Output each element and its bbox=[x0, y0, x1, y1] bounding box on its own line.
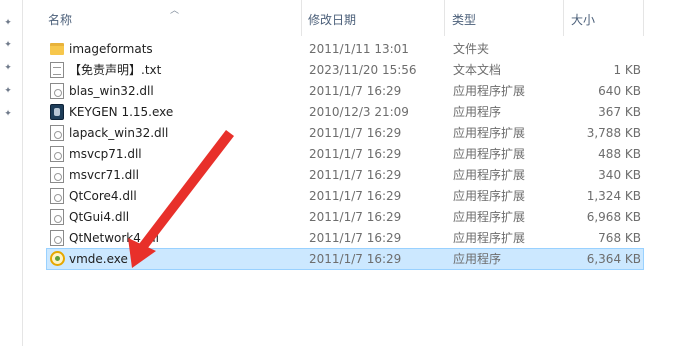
file-modified-date: 2011/1/7 16:29 bbox=[309, 84, 402, 98]
keygen-app-icon bbox=[50, 104, 64, 120]
file-name: lapack_win32.dll bbox=[69, 126, 169, 140]
file-modified-date: 2011/1/7 16:29 bbox=[309, 231, 402, 245]
file-row[interactable]: QtGui4.dll 2011/1/7 16:29 应用程序扩展 6,968 KB bbox=[46, 206, 644, 228]
file-row[interactable]: blas_win32.dll 2011/1/7 16:29 应用程序扩展 640 KB bbox=[46, 80, 644, 102]
file-size: 1,324 KB bbox=[586, 189, 641, 203]
file-size: 6,364 KB bbox=[586, 252, 641, 266]
file-row[interactable]: KEYGEN 1.15.exe 2010/12/3 21:09 应用程序 367 KB bbox=[46, 101, 644, 123]
file-list-view: ︿ 名称 修改日期 类型 大小 imageformats 2011/1/11 13… bbox=[40, 0, 685, 346]
file-name: imageformats bbox=[69, 42, 153, 56]
file-type: 应用程序扩展 bbox=[453, 126, 526, 140]
sort-ascending-icon: ︿ bbox=[170, 6, 180, 16]
file-type: 应用程序扩展 bbox=[453, 84, 526, 98]
file-name: vmde.exe bbox=[69, 252, 128, 266]
column-header-row: ︿ 名称 修改日期 类型 大小 bbox=[40, 0, 644, 39]
dll-file-icon bbox=[50, 188, 64, 204]
file-size: 1 KB bbox=[613, 63, 641, 77]
file-size: 640 KB bbox=[598, 84, 641, 98]
file-size: 768 KB bbox=[598, 231, 641, 245]
file-type: 应用程序 bbox=[453, 252, 502, 266]
file-size: 6,968 KB bbox=[586, 210, 641, 224]
dll-file-icon bbox=[50, 146, 64, 162]
column-header-name[interactable]: 名称 bbox=[48, 12, 72, 28]
column-divider[interactable] bbox=[444, 0, 445, 36]
file-type: 应用程序扩展 bbox=[453, 210, 526, 224]
file-name: QtCore4.dll bbox=[69, 189, 137, 203]
file-row[interactable]: 【免责声明】.txt 2023/11/20 15:56 文本文档 1 KB bbox=[46, 59, 644, 81]
file-name: blas_win32.dll bbox=[69, 84, 154, 98]
file-modified-date: 2011/1/7 16:29 bbox=[309, 252, 402, 266]
file-size: 3,788 KB bbox=[586, 126, 641, 140]
column-divider[interactable] bbox=[563, 0, 564, 36]
file-name: msvcp71.dll bbox=[69, 147, 142, 161]
file-size: 367 KB bbox=[598, 105, 641, 119]
file-type: 应用程序扩展 bbox=[453, 189, 526, 203]
file-modified-date: 2011/1/7 16:29 bbox=[309, 189, 402, 203]
file-modified-date: 2011/1/7 16:29 bbox=[309, 210, 402, 224]
column-header-size[interactable]: 大小 bbox=[571, 12, 595, 28]
pin-icon: ✦ bbox=[4, 40, 12, 50]
vmde-app-icon bbox=[50, 251, 65, 266]
file-modified-date: 2010/12/3 21:09 bbox=[309, 105, 409, 119]
file-row[interactable]: imageformats 2011/1/11 13:01 文件夹 bbox=[46, 38, 644, 60]
folder-icon bbox=[50, 43, 64, 55]
file-row[interactable]: msvcr71.dll 2011/1/7 16:29 应用程序扩展 340 KB bbox=[46, 164, 644, 186]
pin-icon: ✦ bbox=[4, 63, 12, 73]
file-name: QtGui4.dll bbox=[69, 210, 130, 224]
file-type: 文本文档 bbox=[453, 63, 502, 77]
file-modified-date: 2011/1/7 16:29 bbox=[309, 168, 402, 182]
dll-file-icon bbox=[50, 167, 64, 183]
file-modified-date: 2023/11/20 15:56 bbox=[309, 63, 417, 77]
column-header-modified[interactable]: 修改日期 bbox=[308, 12, 356, 28]
dll-file-icon bbox=[50, 230, 64, 246]
file-type: 应用程序扩展 bbox=[453, 168, 526, 182]
file-modified-date: 2011/1/7 16:29 bbox=[309, 126, 402, 140]
file-name: 【免责声明】.txt bbox=[69, 63, 162, 77]
file-name: QtNetwork4.dll bbox=[69, 231, 159, 245]
dll-file-icon bbox=[50, 209, 64, 225]
file-row[interactable]: QtCore4.dll 2011/1/7 16:29 应用程序扩展 1,324 KB bbox=[46, 185, 644, 207]
pin-icon: ✦ bbox=[4, 18, 12, 28]
file-type: 文件夹 bbox=[453, 42, 490, 56]
column-divider[interactable] bbox=[301, 0, 302, 36]
navigation-pane-edge[interactable]: ✦ ✦ ✦ ✦ ✦ bbox=[0, 0, 23, 346]
file-size: 488 KB bbox=[598, 147, 641, 161]
file-type: 应用程序 bbox=[453, 105, 502, 119]
file-size: 340 KB bbox=[598, 168, 641, 182]
file-row[interactable]: msvcp71.dll 2011/1/7 16:29 应用程序扩展 488 KB bbox=[46, 143, 644, 165]
column-divider[interactable] bbox=[643, 0, 644, 36]
file-type: 应用程序扩展 bbox=[453, 231, 526, 245]
dll-file-icon bbox=[50, 125, 64, 141]
file-row[interactable]: vmde.exe 2011/1/7 16:29 应用程序 6,364 KB bbox=[46, 248, 644, 270]
file-modified-date: 2011/1/7 16:29 bbox=[309, 147, 402, 161]
file-row[interactable]: QtNetwork4.dll 2011/1/7 16:29 应用程序扩展 768 KB bbox=[46, 227, 644, 249]
dll-file-icon bbox=[50, 83, 64, 99]
pin-icon: ✦ bbox=[4, 109, 12, 119]
column-header-type[interactable]: 类型 bbox=[452, 12, 476, 28]
file-modified-date: 2011/1/11 13:01 bbox=[309, 42, 409, 56]
file-row[interactable]: lapack_win32.dll 2011/1/7 16:29 应用程序扩展 3,78… bbox=[46, 122, 644, 144]
file-name: KEYGEN 1.15.exe bbox=[69, 105, 174, 119]
text-file-icon bbox=[50, 62, 64, 78]
file-type: 应用程序扩展 bbox=[453, 147, 526, 161]
pin-icon: ✦ bbox=[4, 86, 12, 96]
file-name: msvcr71.dll bbox=[69, 168, 139, 182]
